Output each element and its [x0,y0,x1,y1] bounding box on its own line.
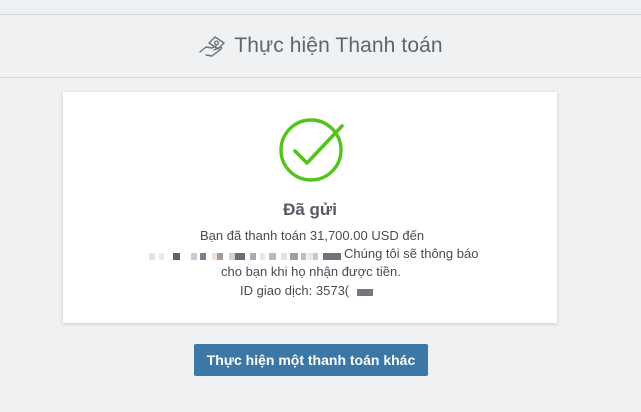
top-strip [0,0,641,15]
payment-message-line1: Bạn đã thanh toán 31,700.00 USD đến [200,228,425,243]
status-text: Đã gửi [283,200,337,219]
payment-result-card: Đã gửi Bạn đã thanh toán 31,700.00 USD đ… [63,92,557,323]
page-header: Thực hiện Thanh toán [0,15,641,78]
checkmark-circle-icon [279,118,344,182]
page-title: Thực hiện Thanh toán [234,34,443,57]
payment-message-line2: Chúng tôi sẽ thông báo [344,246,479,261]
transaction-id: ID giao dịch: 3573( [240,283,350,298]
payment-message-line3: cho bạn khi họ nhận được tiền. [221,264,401,279]
new-payment-button[interactable]: Thực hiện một thanh toán khác [194,344,428,376]
redacted-transaction-id [357,289,373,296]
hand-money-icon [199,36,226,57]
